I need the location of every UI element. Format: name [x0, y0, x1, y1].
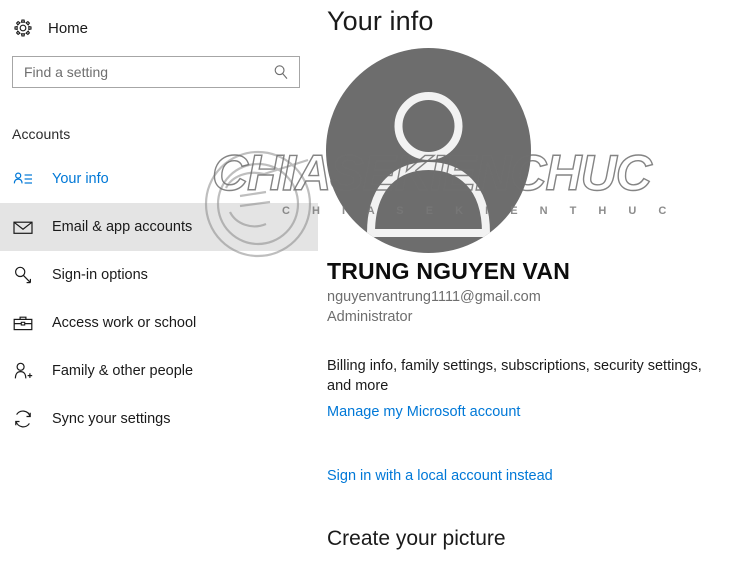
sidebar-item-your-info[interactable]: Your info	[0, 155, 318, 203]
sidebar-item-label: Email & app accounts	[52, 218, 193, 235]
sync-icon	[12, 408, 34, 430]
sidebar-nav-list: Your info Email & app accounts Sign-in o…	[0, 155, 318, 443]
user-email: nguyenvantrung1111@gmail.com	[327, 289, 541, 305]
sidebar-item-label: Your info	[52, 170, 109, 187]
settings-window: Home Accounts	[0, 0, 753, 568]
sidebar-item-access-work-or-school[interactable]: Access work or school	[0, 299, 318, 347]
manage-microsoft-account-link[interactable]: Manage my Microsoft account	[327, 404, 520, 420]
sidebar-item-label: Sign-in options	[52, 266, 148, 283]
default-user-avatar-icon[interactable]	[326, 48, 531, 253]
search-setting-box[interactable]	[12, 56, 300, 88]
sidebar-item-label: Sync your settings	[52, 410, 171, 427]
gear-icon	[12, 17, 34, 39]
contact-card-icon	[12, 168, 34, 190]
key-icon	[12, 264, 34, 286]
billing-info-text: Billing info, family settings, subscript…	[327, 358, 702, 394]
envelope-icon	[12, 216, 34, 238]
page-title: Your info	[327, 6, 434, 36]
sidebar-item-label: Access work or school	[52, 314, 197, 331]
create-your-picture-heading: Create your picture	[327, 527, 506, 550]
briefcase-icon	[12, 312, 34, 334]
sidebar-item-sign-in-options[interactable]: Sign-in options	[0, 251, 318, 299]
sidebar-item-label: Family & other people	[52, 362, 194, 379]
sidebar-item-email-app-accounts[interactable]: Email & app accounts	[0, 203, 318, 251]
sign-in-local-account-link[interactable]: Sign in with a local account instead	[327, 468, 553, 484]
settings-sidebar: Home Accounts	[0, 0, 318, 568]
person-add-icon	[12, 360, 34, 382]
settings-content-pane: Your info TRUNG NGUYEN VAN nguyenvantrun…	[318, 0, 753, 568]
home-nav-button[interactable]: Home	[0, 12, 318, 44]
user-account-type: Administrator	[327, 309, 413, 325]
search-input[interactable]	[13, 57, 271, 87]
sidebar-item-family-other-people[interactable]: Family & other people	[0, 347, 318, 395]
home-nav-label: Home	[48, 19, 89, 37]
search-icon[interactable]	[271, 62, 291, 82]
sidebar-section-title: Accounts	[12, 126, 71, 142]
user-display-name: TRUNG NGUYEN VAN	[327, 258, 571, 284]
sidebar-item-sync-your-settings[interactable]: Sync your settings	[0, 395, 318, 443]
